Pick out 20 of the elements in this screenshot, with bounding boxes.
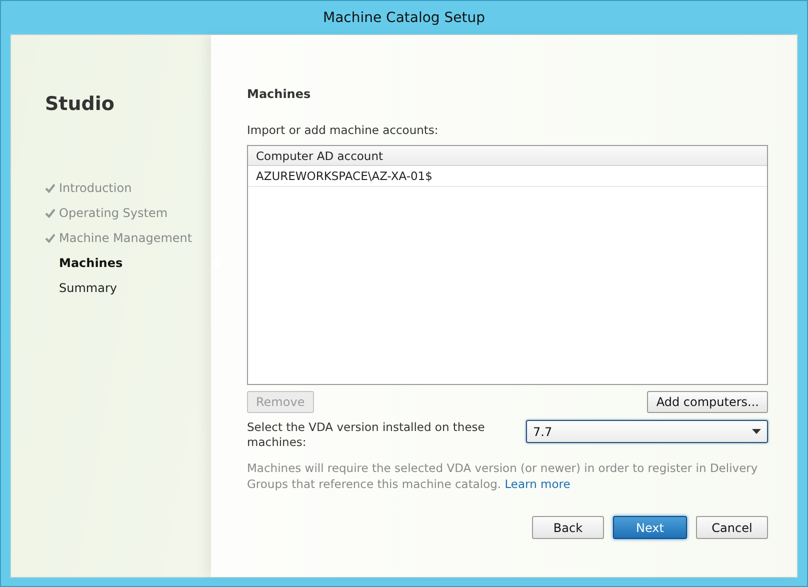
wizard-step: Machine Management xyxy=(59,230,192,244)
window-title: Machine Catalog Setup xyxy=(322,10,486,26)
learn-more-link[interactable]: Learn more xyxy=(504,477,570,491)
info-text: Machines will require the selected VDA version (or newer) in order to register in Delivery Groups that reference this machine catalog. Learn more xyxy=(247,460,759,492)
table-cell-text: AZUREWORKSPACE\AZ-XA-01$ xyxy=(255,169,434,183)
wizard-button[interactable]: Cancel xyxy=(696,516,768,539)
accounts-table[interactable]: Computer AD account AZUREWORKSPACE\AZ-XA-01$ xyxy=(247,145,768,385)
wizard-button[interactable]: Next xyxy=(613,516,687,539)
table-label: Import or add machine accounts: xyxy=(247,123,440,137)
wizard-step: Introduction xyxy=(59,180,132,194)
caret-icon xyxy=(752,429,761,434)
wizard-step: Machines xyxy=(59,256,123,270)
vda-label: Select the VDA version installed on these machines: xyxy=(247,420,486,450)
studio-title: Studio xyxy=(45,93,114,115)
add-computers-button[interactable]: Add computers... xyxy=(647,391,768,413)
vda-dropdown[interactable]: 7.7 xyxy=(526,420,768,443)
wizard-button[interactable]: Back xyxy=(532,516,604,539)
wizard-step: Summary xyxy=(59,280,117,294)
wizard-step: Operating System xyxy=(59,206,168,220)
page-heading: Machines xyxy=(247,87,312,101)
